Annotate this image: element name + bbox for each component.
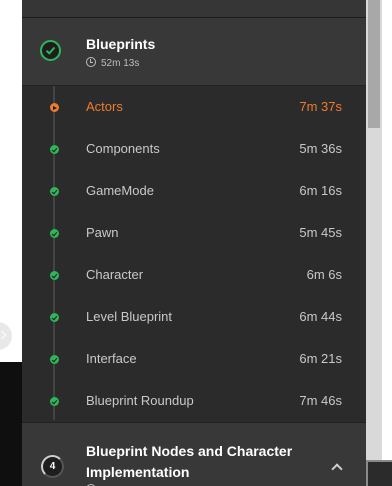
section-header-blueprints[interactable]: Blueprints 52m 13s	[22, 18, 366, 86]
lesson-duration: 5m 45s	[299, 225, 342, 240]
lesson-current-play-icon	[50, 103, 59, 112]
lesson-title: Blueprint Roundup	[86, 393, 194, 408]
scroll-corner-button[interactable]	[366, 460, 392, 486]
collapse-sidebar-handle-icon[interactable]	[0, 322, 12, 350]
lesson-complete-check-icon	[50, 229, 59, 238]
lesson-complete-check-icon	[50, 355, 59, 364]
course-outline-screen: Blueprints 52m 13s Actors 7m 37s Compone…	[0, 0, 392, 486]
lesson-complete-check-icon	[50, 145, 59, 154]
lesson-title: GameMode	[86, 183, 154, 198]
lesson-title: Components	[86, 141, 160, 156]
lesson-duration: 7m 46s	[299, 393, 342, 408]
section-complete-check-icon	[40, 40, 61, 61]
scrollbar-thumb[interactable]	[368, 0, 380, 128]
previous-section-edge[interactable]	[22, 0, 366, 18]
lesson-title: Character	[86, 267, 144, 282]
lesson-item-level-blueprint[interactable]: Level Blueprint 6m 44s	[22, 296, 366, 338]
section-duration-text: 52m 13s	[101, 58, 140, 69]
course-sidebar: Blueprints 52m 13s Actors 7m 37s Compone…	[22, 0, 366, 486]
lesson-duration: 6m 44s	[299, 309, 342, 324]
lesson-duration: 7m 37s	[299, 99, 342, 114]
lesson-complete-check-icon	[50, 187, 59, 196]
lesson-duration: 6m 21s	[299, 351, 342, 366]
chevron-up-icon[interactable]	[331, 463, 343, 475]
lesson-title: Interface	[86, 351, 137, 366]
lesson-item-actors[interactable]: Actors 7m 37s	[22, 86, 366, 128]
lesson-duration: 6m 6s	[306, 267, 342, 282]
lesson-item-interface[interactable]: Interface 6m 21s	[22, 338, 366, 380]
lesson-item-components[interactable]: Components 5m 36s	[22, 128, 366, 170]
section-duration: 52m 13s	[86, 57, 139, 69]
lesson-complete-check-icon	[50, 397, 59, 406]
lesson-title: Pawn	[86, 225, 119, 240]
lesson-title: Actors	[86, 99, 123, 114]
lesson-duration: 6m 16s	[299, 183, 342, 198]
background-dark-area	[0, 362, 22, 486]
section-title: Blueprints	[86, 36, 156, 52]
lesson-complete-check-icon	[50, 313, 59, 322]
section-number-progress-icon: 4	[41, 455, 64, 478]
lesson-item-pawn[interactable]: Pawn 5m 45s	[22, 212, 366, 254]
lesson-duration: 5m 36s	[299, 141, 342, 156]
next-section-title: Blueprint Nodes and Character Implementa…	[86, 443, 293, 480]
section-header-next[interactable]: 4 Blueprint Nodes and Character Implemen…	[22, 422, 366, 486]
clock-icon	[86, 57, 96, 67]
lesson-complete-check-icon	[50, 271, 59, 280]
lesson-title: Level Blueprint	[86, 309, 172, 324]
lesson-item-blueprint-roundup[interactable]: Blueprint Roundup 7m 46s	[22, 380, 366, 422]
lesson-item-gamemode[interactable]: GameMode 6m 16s	[22, 170, 366, 212]
page-edge	[382, 0, 392, 486]
lesson-item-character[interactable]: Character 6m 6s	[22, 254, 366, 296]
